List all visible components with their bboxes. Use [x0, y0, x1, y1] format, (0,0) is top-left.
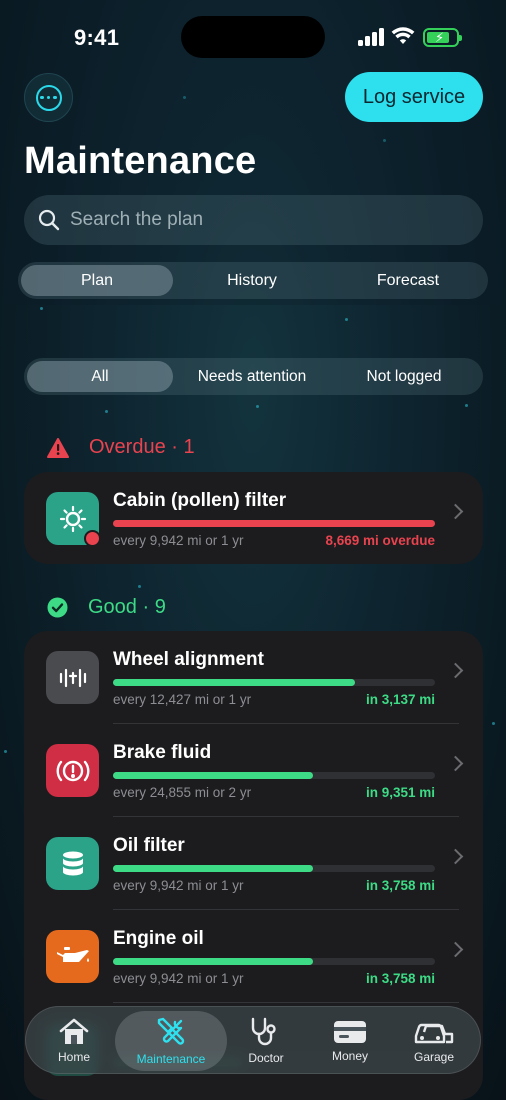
- filter-needs-attention[interactable]: Needs attention: [177, 361, 327, 392]
- search-icon: [38, 209, 60, 231]
- oil-filter-icon: [46, 837, 99, 890]
- house-icon: [59, 1018, 89, 1044]
- chevron-right-icon: [447, 662, 464, 679]
- progress-track: [113, 679, 435, 686]
- oil-can-icon: [46, 930, 99, 983]
- progress-bar: [113, 520, 435, 527]
- search-field[interactable]: Search the plan: [24, 195, 483, 245]
- tab-home[interactable]: Home: [40, 1007, 108, 1075]
- tab-doctor[interactable]: Doctor: [232, 1007, 300, 1075]
- list-item[interactable]: Engine oil every 9,942 mi or 1 yr in 3,7…: [24, 910, 483, 1003]
- progress-bar: [113, 772, 313, 779]
- view-segmented-control: Plan History Forecast: [18, 262, 488, 299]
- tab-plan[interactable]: Plan: [21, 265, 173, 296]
- tab-history[interactable]: History: [176, 265, 328, 296]
- progress-bar: [113, 865, 313, 872]
- tab-maintenance-label: Maintenance: [136, 1052, 206, 1066]
- chevron-right-icon: [447, 941, 464, 958]
- tab-garage[interactable]: Garage: [400, 1007, 468, 1075]
- list-item[interactable]: Brake fluid every 24,855 mi or 2 yr in 9…: [24, 724, 483, 817]
- progress-track: [113, 772, 435, 779]
- tab-money[interactable]: Money: [316, 1007, 384, 1075]
- tab-garage-label: Garage: [413, 1050, 455, 1064]
- item-name: Engine oil: [113, 928, 204, 949]
- overdue-card: Cabin (pollen) filter every 9,942 mi or …: [24, 472, 483, 564]
- progress-track: [113, 958, 435, 965]
- item-interval: every 12,427 mi or 1 yr: [113, 692, 252, 707]
- tab-bar: Home Maintenance Doctor Money Garage: [25, 1006, 481, 1074]
- item-interval: every 9,942 mi or 1 yr: [113, 971, 244, 986]
- filter-not-logged[interactable]: Not logged: [329, 361, 479, 392]
- tab-forecast[interactable]: Forecast: [332, 265, 484, 296]
- log-service-button[interactable]: Log service: [345, 72, 483, 122]
- item-name: Cabin (pollen) filter: [113, 490, 287, 511]
- more-icon: [35, 84, 62, 111]
- wifi-icon: [391, 27, 415, 44]
- credit-card-icon: [334, 1021, 366, 1043]
- item-name: Wheel alignment: [113, 649, 264, 670]
- list-item[interactable]: Wheel alignment every 12,427 mi or 1 yr …: [24, 631, 483, 724]
- item-interval: every 9,942 mi or 1 yr: [113, 878, 244, 893]
- progress-bar: [113, 679, 355, 686]
- chevron-right-icon: [447, 755, 464, 772]
- overdue-section-label: Overdue · 1: [89, 436, 195, 458]
- fan-icon: [46, 492, 101, 547]
- overdue-badge: [84, 530, 101, 547]
- item-name: Brake fluid: [113, 742, 212, 763]
- list-item[interactable]: Oil filter every 9,942 mi or 1 yr in 3,7…: [24, 817, 483, 910]
- wrench-screwdriver-icon: [157, 1017, 185, 1045]
- dynamic-island: [181, 16, 325, 58]
- item-status: in 3,758 mi: [365, 971, 435, 986]
- tab-doctor-label: Doctor: [248, 1051, 284, 1065]
- status-time: 9:41: [74, 25, 120, 50]
- filter-segmented-control: All Needs attention Not logged: [24, 358, 483, 395]
- good-section-header: Good · 9: [47, 596, 166, 619]
- tab-money-label: Money: [331, 1049, 369, 1063]
- progress-bar: [113, 958, 313, 965]
- tab-home-label: Home: [57, 1050, 90, 1064]
- item-interval: every 24,855 mi or 2 yr: [113, 785, 252, 800]
- item-status: in 9,351 mi: [365, 785, 435, 800]
- progress-track: [113, 865, 435, 872]
- list-item[interactable]: Cabin (pollen) filter every 9,942 mi or …: [24, 472, 483, 564]
- filter-all[interactable]: All: [27, 361, 173, 392]
- item-status: 8,669 mi overdue: [325, 533, 435, 548]
- checkmark-circle-icon: [47, 597, 68, 618]
- search-placeholder: Search the plan: [70, 209, 204, 230]
- item-interval: every 9,942 mi or 1 yr: [113, 533, 244, 548]
- chevron-right-icon: [447, 503, 464, 520]
- alignment-icon: [46, 651, 99, 704]
- item-status: in 3,137 mi: [365, 692, 435, 707]
- tab-maintenance[interactable]: Maintenance: [126, 1007, 216, 1075]
- cars-icon: [414, 1023, 454, 1044]
- good-section-label: Good · 9: [88, 596, 166, 618]
- cellular-signal-icon: [358, 28, 384, 46]
- progress-track: [113, 520, 435, 527]
- item-status: in 3,758 mi: [365, 878, 435, 893]
- item-name: Oil filter: [113, 835, 185, 856]
- battery-charging-icon: ⚡: [423, 28, 462, 47]
- chevron-right-icon: [447, 848, 464, 865]
- stethoscope-icon: [251, 1017, 276, 1046]
- more-button[interactable]: [24, 73, 73, 122]
- warning-icon: [47, 437, 69, 458]
- overdue-section-header: Overdue · 1: [47, 436, 195, 459]
- page-title: Maintenance: [24, 140, 257, 182]
- brake-warning-icon: [46, 744, 99, 797]
- status-bar: 9:41 ⚡: [0, 0, 506, 70]
